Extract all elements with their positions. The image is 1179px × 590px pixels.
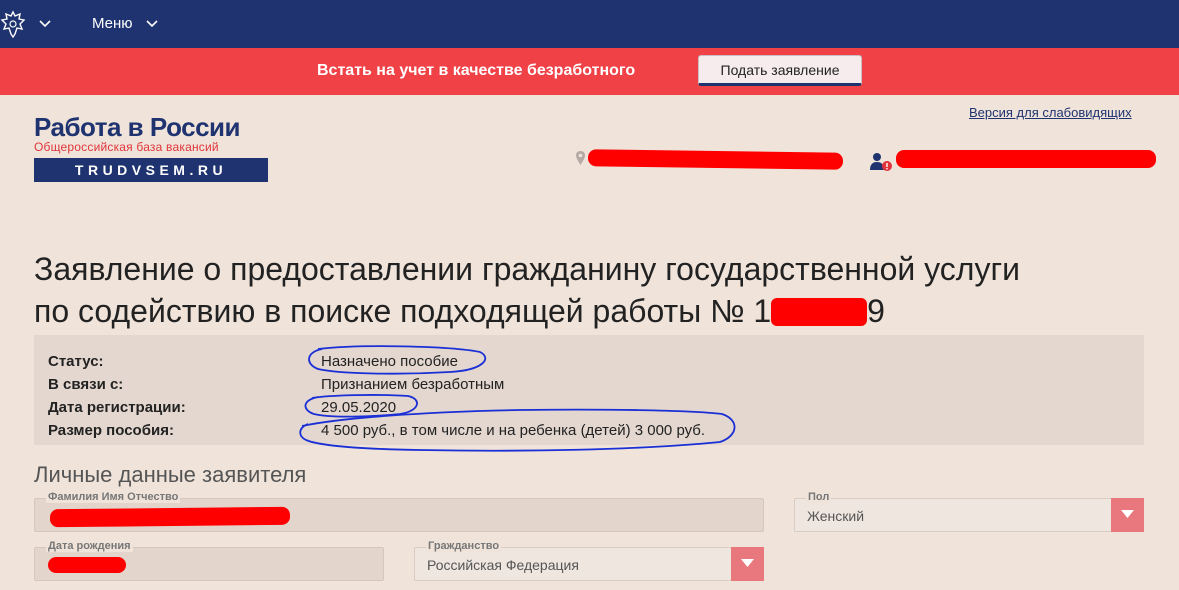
gender-value: Женский xyxy=(807,508,865,524)
page-title: Заявление о предоставлении гражданину го… xyxy=(34,248,1154,332)
reason-value: Признанием безработным xyxy=(321,376,505,393)
logo-subtitle: Общероссийская база вакансий xyxy=(34,140,219,154)
user-name-redacted[interactable] xyxy=(896,150,1156,168)
russia-emblem-icon[interactable] xyxy=(0,10,26,38)
map-pin-icon xyxy=(576,151,585,165)
page-title-line2: по содействию в поиске подходящей работы… xyxy=(34,290,1154,332)
benefit-amount-value: 4 500 руб., в том числе и на ребенка (де… xyxy=(321,422,706,439)
user-alert-icon[interactable] xyxy=(869,152,893,172)
gender-label: Пол xyxy=(806,491,832,503)
top-nav-bar: Меню xyxy=(0,0,1179,48)
accessibility-version-link[interactable]: Версия для слабовидящих xyxy=(969,105,1132,120)
chevron-down-icon[interactable] xyxy=(37,17,53,31)
unemployment-banner: Встать на учет в качестве безработного xyxy=(0,48,1179,95)
banner-text: Встать на учет в качестве безработного xyxy=(317,62,636,79)
citizenship-label: Гражданство xyxy=(426,540,502,552)
menu-button[interactable]: Меню xyxy=(92,15,133,32)
chevron-down-icon[interactable] xyxy=(144,17,160,31)
registration-date-label: Дата регистрации: xyxy=(48,399,186,416)
logo-domain[interactable]: TRUDVSEM.RU xyxy=(34,158,268,182)
logo-title[interactable]: Работа в России xyxy=(34,112,241,143)
select-arrow-icon[interactable] xyxy=(731,547,764,581)
page-title-suffix: 9 xyxy=(867,293,885,329)
status-label: Статус: xyxy=(48,353,104,370)
status-value: Назначено пособие xyxy=(321,353,458,370)
location-redacted[interactable] xyxy=(587,149,844,170)
birth-date-label: Дата рождения xyxy=(46,540,133,552)
citizenship-value: Российская Федерация xyxy=(427,557,579,573)
benefit-amount-label: Размер пособия: xyxy=(48,422,174,439)
submit-application-button[interactable]: Подать заявление xyxy=(698,55,862,86)
page-title-prefix: по содействию в поиске подходящей работы… xyxy=(34,293,772,329)
select-arrow-icon[interactable] xyxy=(1111,498,1144,532)
fio-redacted xyxy=(49,506,291,528)
fio-label: Фамилия Имя Отчество xyxy=(46,491,181,503)
personal-data-section-title: Личные данные заявителя xyxy=(34,462,307,487)
gender-select[interactable]: Женский xyxy=(794,498,1144,532)
registration-date-value: 29.05.2020 xyxy=(321,399,397,416)
birth-date-redacted xyxy=(48,557,126,573)
page-title-line1: Заявление о предоставлении гражданину го… xyxy=(34,251,1021,287)
citizenship-select[interactable]: Российская Федерация xyxy=(414,547,764,581)
application-number-redacted xyxy=(771,298,868,326)
reason-label: В связи с: xyxy=(48,376,124,393)
